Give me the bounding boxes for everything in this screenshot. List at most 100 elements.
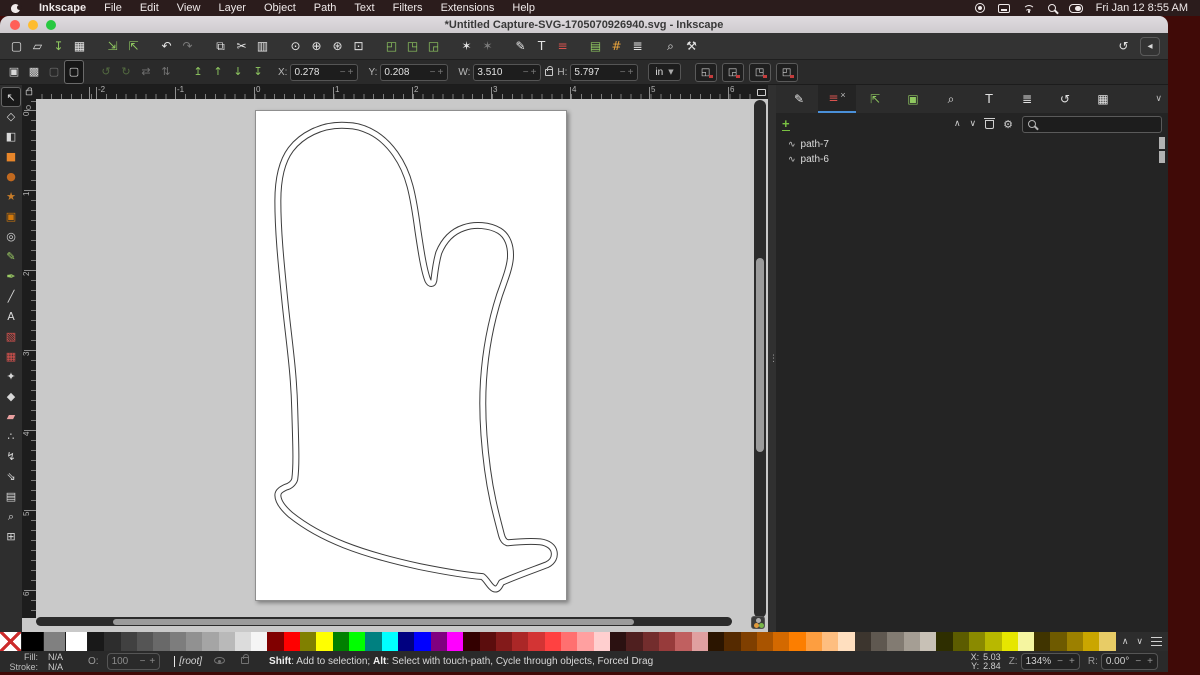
palette-swatch[interactable] — [495, 632, 513, 651]
swatch-gray[interactable] — [44, 632, 66, 651]
w-decrement-button[interactable]: − — [522, 67, 530, 78]
swatch-black[interactable] — [22, 632, 44, 651]
zoom-drawing-button[interactable]: ⊙ — [285, 33, 306, 59]
palette-swatch[interactable] — [610, 632, 627, 651]
export-button[interactable]: ⇱ — [123, 33, 144, 59]
palette-swatch[interactable] — [267, 632, 284, 651]
guide-origin-icon[interactable] — [26, 105, 31, 110]
zoom-decrement-button[interactable]: − — [1057, 656, 1063, 667]
palette-swatch[interactable] — [1066, 632, 1084, 651]
palette-swatch[interactable] — [805, 632, 823, 651]
zoom-1-1-button[interactable]: ⊡ — [348, 33, 369, 59]
align-dialog-button[interactable]: ≣ — [627, 33, 648, 59]
palette-swatch[interactable] — [251, 632, 268, 651]
more-dialogs-chevron-icon[interactable]: ∨ — [1155, 85, 1162, 113]
palette-scroll-down-icon[interactable]: ∨ — [1136, 637, 1143, 647]
x-decrement-button[interactable]: − — [339, 67, 347, 78]
pop-group-button[interactable]: ◲ — [423, 33, 444, 59]
redo-button[interactable]: ↷ — [177, 33, 198, 59]
menu-inkscape[interactable]: Inkscape — [30, 0, 95, 16]
palette-swatch[interactable] — [104, 632, 121, 651]
palette-swatch[interactable] — [202, 632, 219, 651]
palette-swatch[interactable] — [120, 632, 137, 651]
color-management-icon[interactable] — [751, 616, 765, 629]
menu-filters[interactable]: Filters — [384, 0, 432, 16]
palette-swatch[interactable] — [88, 632, 105, 651]
svg-page[interactable] — [255, 110, 567, 601]
tool-3d-box[interactable]: ▣ — [1, 207, 21, 227]
palette-swatch[interactable] — [528, 632, 545, 651]
move-up-button[interactable]: ∧ — [954, 119, 961, 129]
control-center-icon[interactable] — [1068, 3, 1083, 13]
palette-swatch[interactable] — [463, 632, 480, 651]
palette-swatch[interactable] — [919, 632, 937, 651]
tab-export[interactable]: ⇱ × — [856, 85, 894, 113]
panel-divider[interactable]: ⋮ — [768, 85, 778, 632]
current-layer-label[interactable]: [root] — [179, 656, 202, 667]
vertical-scrollbar[interactable] — [754, 100, 766, 618]
palette-swatch[interactable] — [1099, 632, 1116, 651]
palette-swatch[interactable] — [365, 632, 382, 651]
menu-help[interactable]: Help — [503, 0, 544, 16]
opacity-field[interactable]: 100 − + — [106, 653, 161, 670]
mitt-outer-path[interactable] — [274, 121, 558, 593]
palette-swatch[interactable] — [871, 632, 888, 651]
menu-path[interactable]: Path — [305, 0, 346, 16]
tool-spray[interactable]: ∴ — [1, 427, 21, 447]
object-row-path-6[interactable]: ∿ path-6 — [776, 152, 1158, 167]
collapse-snap-toolbar-button[interactable]: ◂ — [1140, 36, 1160, 56]
group-button[interactable]: ◰ — [381, 33, 402, 59]
palette-swatch[interactable] — [642, 632, 659, 651]
palette-swatch[interactable] — [136, 632, 154, 651]
swatch-white[interactable] — [66, 632, 88, 651]
palette-swatch[interactable] — [675, 632, 692, 651]
find-replace-button[interactable]: ⌕ — [660, 33, 681, 59]
ruler-lock[interactable] — [22, 85, 36, 99]
palette-swatch[interactable] — [381, 632, 398, 651]
menu-edit[interactable]: Edit — [131, 0, 168, 16]
palette-swatch[interactable] — [1050, 632, 1067, 651]
rotation-decrement-button[interactable]: − — [1135, 656, 1141, 667]
palette-swatch[interactable] — [1017, 632, 1035, 651]
tool-gradient[interactable]: ▧ — [1, 327, 21, 347]
palette-swatch[interactable] — [332, 632, 349, 651]
palette-swatch[interactable] — [838, 632, 855, 651]
tool-pages[interactable]: ⊞ — [1, 527, 21, 547]
tab-text-font[interactable]: T × — [970, 85, 1008, 113]
width-field[interactable]: 3.510 − + — [473, 63, 542, 81]
xml-editor-button[interactable]: # — [606, 33, 627, 59]
tool-selector[interactable]: ↖ — [1, 87, 21, 107]
raise-to-top-button[interactable]: ↥ — [188, 61, 208, 83]
tool-mesh-gradient[interactable]: ▦ — [1, 347, 21, 367]
palette-swatch[interactable] — [479, 632, 496, 651]
objects-scrollbar[interactable] — [1159, 137, 1165, 165]
opacity-decrement-button[interactable]: − — [140, 656, 146, 667]
zoom-field[interactable]: 134% − + — [1020, 653, 1080, 670]
palette-swatch[interactable] — [593, 632, 610, 651]
zoom-page-button[interactable]: ⊕ — [306, 33, 327, 59]
rotation-field[interactable]: 0.00° − + — [1100, 653, 1158, 670]
palette-swatch[interactable] — [1001, 632, 1018, 651]
stroke-to-path-button[interactable]: ✶ — [477, 33, 498, 59]
paste-button[interactable]: ▥ — [252, 33, 273, 59]
palette-swatch[interactable] — [822, 632, 839, 651]
tool-pencil[interactable]: ✎ — [1, 247, 21, 267]
palette-swatch[interactable] — [512, 632, 529, 651]
menu-extensions[interactable]: Extensions — [432, 0, 504, 16]
cut-button[interactable]: ✂ — [231, 33, 252, 59]
palette-swatch[interactable] — [887, 632, 904, 651]
palette-swatch[interactable] — [446, 632, 464, 651]
tool-connector[interactable]: ⇘ — [1, 467, 21, 487]
palette-swatch[interactable] — [789, 632, 806, 651]
palette-swatch[interactable] — [397, 632, 415, 651]
undo-button[interactable]: ↶ — [156, 33, 177, 59]
tool-shape-builder[interactable]: ◧ — [1, 127, 21, 147]
text-dialog-button[interactable]: T — [531, 33, 552, 59]
flip-vertical-button[interactable]: ⇅ — [156, 61, 176, 83]
menu-text[interactable]: Text — [345, 0, 383, 16]
move-down-button[interactable]: ∨ — [970, 119, 977, 129]
palette-menu-icon[interactable] — [1151, 637, 1162, 646]
apple-menu[interactable] — [0, 3, 30, 13]
tool-spiral[interactable]: ◎ — [1, 227, 21, 247]
deselect-button[interactable]: ▢ — [44, 61, 64, 83]
